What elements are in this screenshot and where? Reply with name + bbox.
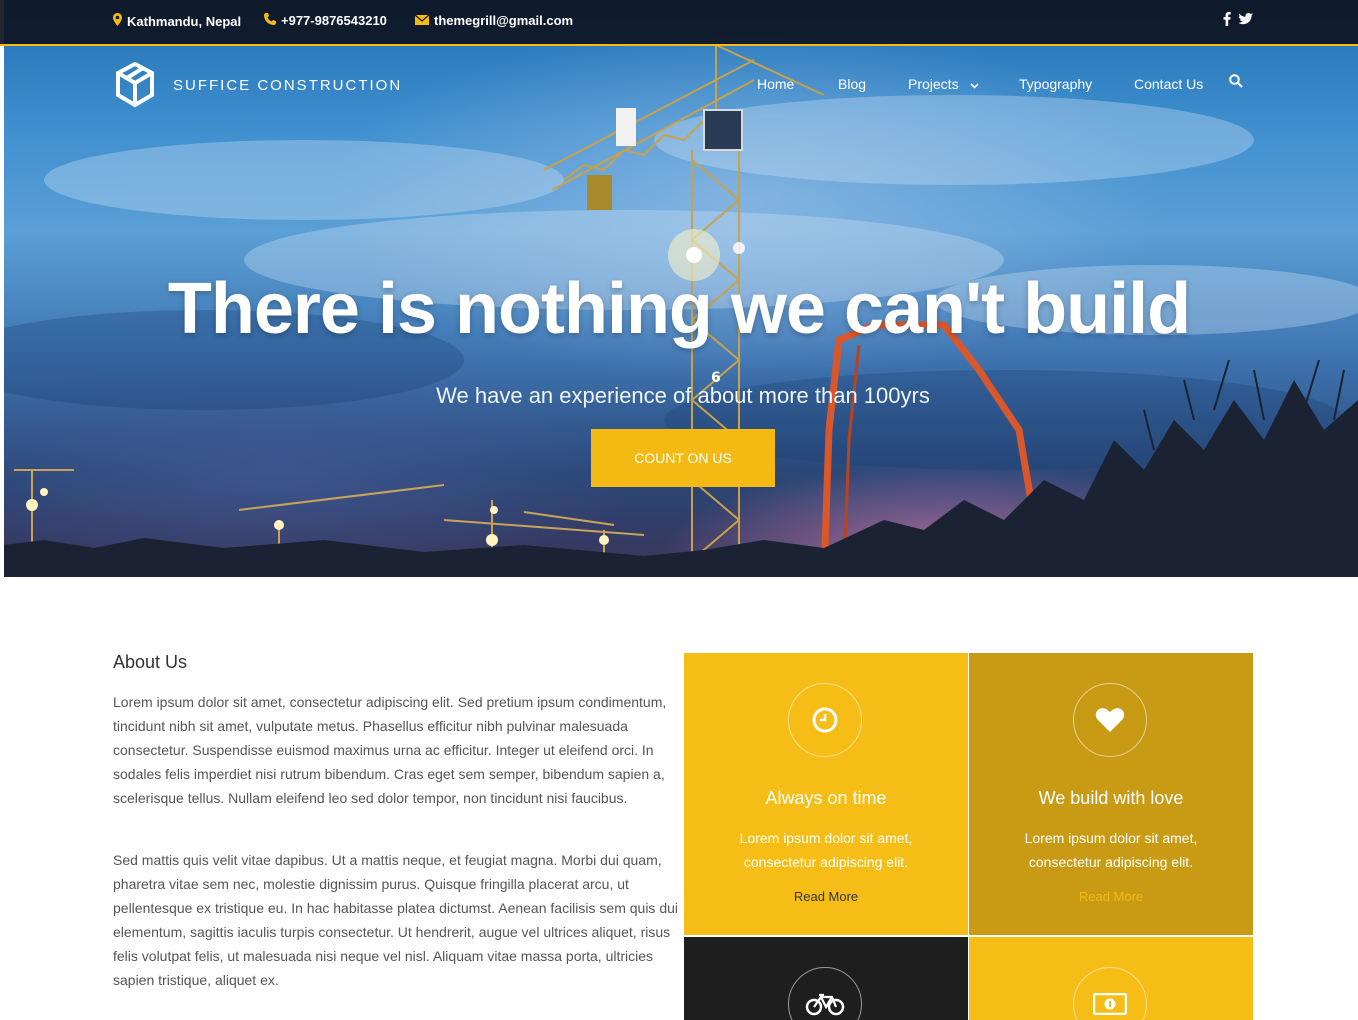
- email-info[interactable]: themegrill@gmail.com: [414, 13, 574, 28]
- read-more-link[interactable]: Read More: [969, 889, 1253, 904]
- main-navigation: Home Blog Projects Typography Contact Us: [0, 76, 1358, 96]
- top-info-bar: Kathmandu, Nepal +977-9876543210 themegr…: [0, 0, 1358, 46]
- count-on-us-button[interactable]: COUNT ON US: [591, 429, 775, 487]
- envelope-icon: [414, 13, 430, 28]
- search-icon[interactable]: [1229, 74, 1243, 93]
- read-more-link[interactable]: Read More: [684, 889, 968, 904]
- feature-title: We build with love: [1038, 788, 1184, 808]
- feature-title: Always on time: [765, 788, 887, 808]
- phone-info[interactable]: +977-9876543210: [264, 13, 387, 28]
- feature-card: [684, 937, 968, 1020]
- map-marker-icon: [113, 13, 122, 29]
- location-info: Kathmandu, Nepal: [113, 13, 241, 29]
- chevron-down-icon: [970, 83, 980, 89]
- phone-icon: [264, 13, 276, 28]
- phone-text: +977-9876543210: [281, 13, 387, 28]
- hero-subheadline: We have an experience of about more than…: [436, 383, 930, 408]
- bicycle-icon: [805, 993, 845, 1016]
- nav-item-blog[interactable]: Blog: [838, 76, 866, 92]
- facebook-icon[interactable]: [1223, 12, 1231, 29]
- about-title: About Us: [113, 652, 188, 672]
- nav-item-contact[interactable]: Contact Us: [1134, 76, 1203, 92]
- hero-headline: There is nothing we can't build: [167, 269, 1191, 349]
- nav-item-home[interactable]: Home: [757, 76, 794, 92]
- heart-icon: [1095, 708, 1125, 732]
- email-text: themegrill@gmail.com: [434, 13, 574, 28]
- feature-card: Always on time Lorem ipsum dolor sit ame…: [684, 653, 968, 935]
- clock-icon: [812, 707, 838, 733]
- feature-description: Lorem ipsum dolor sit amet, consectetur …: [1024, 830, 1198, 870]
- about-paragraph: Sed mattis quis velit vitae dapibus. Ut …: [113, 852, 678, 988]
- location-text: Kathmandu, Nepal: [127, 13, 242, 29]
- nav-item-projects-label: Projects: [908, 76, 959, 92]
- about-paragraph: Lorem ipsum dolor sit amet, consectetur …: [113, 694, 667, 806]
- twitter-icon[interactable]: [1238, 12, 1253, 29]
- feature-card: We build with love Lorem ipsum dolor sit…: [969, 653, 1253, 935]
- feature-description: Lorem ipsum dolor sit amet, consectetur …: [739, 830, 913, 870]
- nav-item-projects[interactable]: Projects: [908, 76, 980, 92]
- nav-item-typography[interactable]: Typography: [1019, 76, 1092, 92]
- social-links: [1223, 12, 1253, 29]
- feature-card: [969, 937, 1253, 1020]
- money-icon: [1093, 993, 1127, 1015]
